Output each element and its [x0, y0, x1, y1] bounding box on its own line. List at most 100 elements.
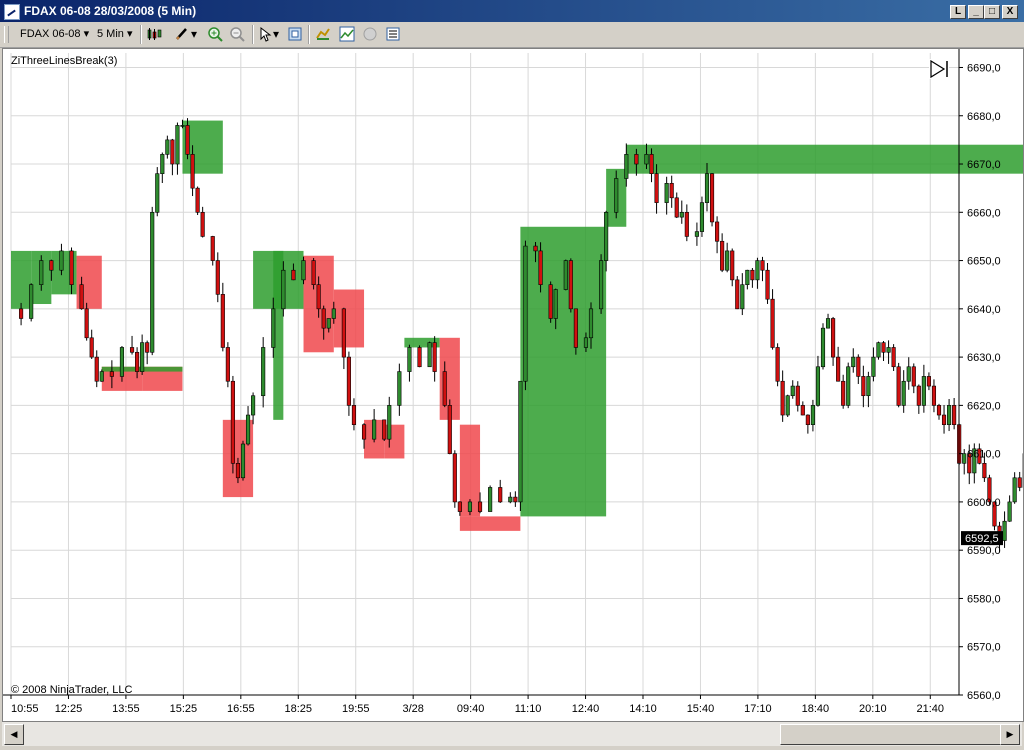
down-candle: [200, 211, 205, 237]
down-candle: [432, 342, 437, 372]
down-candle: [220, 294, 225, 348]
up-candle: [1002, 520, 1007, 541]
up-candle: [326, 318, 331, 329]
down-candle: [79, 284, 84, 310]
down-candle: [538, 250, 543, 285]
properties-icon[interactable]: [362, 26, 378, 42]
price-tick-label: 6560,0: [967, 690, 1001, 702]
up-candle: [563, 260, 568, 290]
time-tick-label: 19:55: [342, 703, 370, 715]
down-candle: [533, 245, 538, 252]
price-tick-label: 6600,0: [967, 497, 1001, 509]
up-candle: [921, 376, 926, 406]
down-candle: [442, 371, 447, 406]
down-candle: [235, 463, 241, 479]
down-candle: [548, 284, 553, 319]
time-tick-label: 18:25: [285, 703, 313, 715]
maximize-button[interactable]: □: [984, 5, 1000, 19]
zoom-in-icon[interactable]: [207, 26, 223, 42]
up-candle: [180, 125, 185, 127]
up-candle: [604, 211, 609, 261]
down-candle: [291, 269, 296, 281]
scroll-right-arrow-icon[interactable]: ▶: [1000, 724, 1020, 745]
up-candle: [427, 342, 432, 368]
scroll-to-end-icon[interactable]: [929, 59, 949, 79]
time-tick-label: 15:40: [687, 703, 715, 715]
link-button[interactable]: L: [950, 5, 966, 19]
up-candle: [155, 173, 160, 213]
interval-label: 5 Min: [97, 28, 124, 40]
chart-canvas[interactable]: 6690,0 6680,0 6670,0 6660,0 6650,0 6640,0 6630…: [3, 49, 1023, 721]
down-candle: [321, 308, 326, 329]
data-box-icon[interactable]: [287, 26, 303, 42]
price-tick-label: 6640,0: [967, 304, 1001, 316]
time-tick-label: 18:40: [802, 703, 830, 715]
zoom-out-icon[interactable]: [229, 26, 245, 42]
up-candle: [871, 356, 876, 377]
price-tick-label: 6690,0: [967, 62, 1001, 74]
toolbar-grip[interactable]: [4, 26, 9, 43]
horizontal-scrollbar[interactable]: ◀ ▶: [2, 722, 1022, 746]
down-candle: [881, 342, 886, 353]
down-candle: [760, 260, 765, 271]
candlestick-icon[interactable]: [146, 26, 162, 42]
instrument-selector[interactable]: FDAX 06-08 ▾: [20, 25, 89, 43]
down-candle: [674, 197, 679, 218]
up-candle: [150, 211, 155, 353]
down-candle: [634, 154, 639, 165]
down-candle: [135, 351, 140, 372]
up-candle: [755, 260, 760, 281]
up-candle: [99, 371, 104, 382]
down-candle: [568, 260, 573, 310]
chart-trader-icon[interactable]: [385, 26, 401, 42]
down-candle: [361, 424, 367, 440]
up-brick: [11, 250, 32, 309]
up-candle: [583, 337, 589, 348]
interval-selector[interactable]: 5 Min ▾: [97, 25, 133, 43]
chevron-down-icon[interactable]: ▾: [272, 26, 280, 42]
chevron-down-icon: ▾: [126, 28, 133, 40]
up-candle: [387, 405, 392, 440]
down-candle: [709, 173, 715, 223]
pencil-icon[interactable]: [174, 26, 190, 42]
up-candle: [810, 405, 815, 425]
scrollbar-thumb[interactable]: [780, 724, 1002, 745]
down-brick: [333, 289, 365, 348]
up-candle: [599, 260, 604, 310]
minimize-button[interactable]: _: [968, 5, 984, 19]
toolbar: FDAX 06-08 ▾ 5 Min ▾ ▾ ▾: [0, 22, 1024, 48]
up-candle: [553, 289, 558, 319]
close-button[interactable]: X: [1002, 5, 1018, 19]
up-candle: [790, 385, 795, 397]
price-tick-label: 6630,0: [967, 352, 1001, 364]
title-bar[interactable]: FDAX 06-08 28/03/2008 (5 Min) L _ □ X: [0, 0, 1024, 22]
down-candle: [765, 269, 770, 300]
up-candle: [1007, 501, 1012, 522]
toolbar-separator: [308, 25, 310, 44]
down-candle: [447, 405, 452, 454]
price-chart[interactable]: 6690,0 6680,0 6670,0 6660,0 6650,0 6640,0 6630…: [2, 48, 1024, 722]
down-candle: [316, 284, 321, 310]
app-chart-icon: [4, 4, 20, 20]
strategy-icon[interactable]: [315, 26, 331, 42]
down-candle: [351, 405, 357, 425]
down-candle: [346, 356, 351, 406]
up-candle: [331, 308, 336, 319]
indicator-icon[interactable]: [339, 26, 355, 42]
up-candle: [508, 496, 513, 503]
down-candle: [129, 347, 135, 353]
up-candle: [251, 395, 256, 416]
up-candle: [947, 405, 952, 425]
window-title: FDAX 06-08 28/03/2008 (5 Min): [24, 4, 197, 18]
price-tick-label: 6590,0: [967, 545, 1001, 557]
up-candle: [851, 356, 856, 368]
time-tick-label: 14:10: [629, 703, 657, 715]
up-candle: [301, 260, 306, 281]
chevron-down-icon: ▾: [83, 28, 90, 40]
up-candle: [165, 139, 170, 155]
scroll-left-arrow-icon[interactable]: ◀: [4, 724, 24, 745]
down-candle: [856, 356, 861, 377]
up-candle: [29, 284, 34, 319]
down-candle: [795, 385, 800, 406]
chevron-down-icon[interactable]: ▾: [190, 26, 198, 42]
